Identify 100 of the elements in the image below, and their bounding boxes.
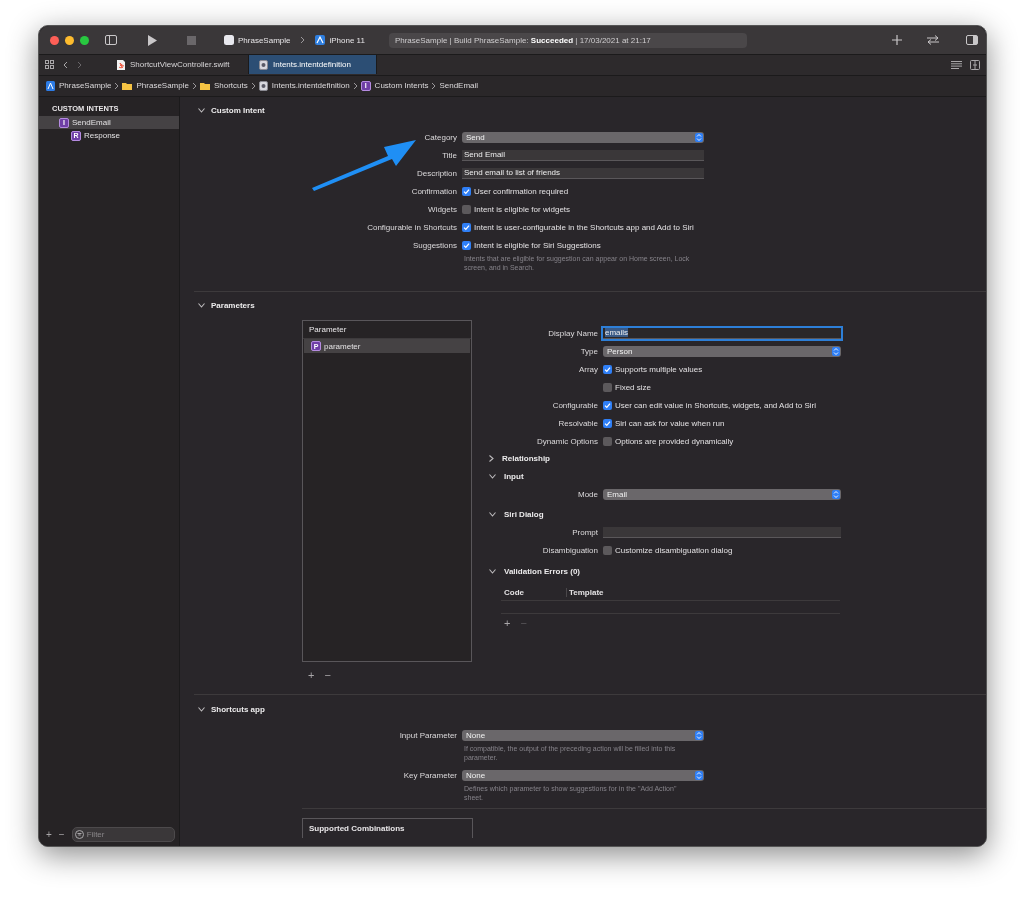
chevron-down-icon[interactable] xyxy=(198,107,205,113)
stepper-arrows-icon xyxy=(695,770,703,780)
chevron-down-icon[interactable] xyxy=(489,511,496,517)
checkbox-label: Options are provided dynamically xyxy=(615,436,734,446)
chevron-down-icon[interactable] xyxy=(198,302,205,308)
field-label: Prompt xyxy=(571,527,598,537)
checkbox-label: Fixed size xyxy=(615,382,651,392)
filter-field[interactable]: Filter xyxy=(71,826,175,842)
popup-button[interactable]: Person xyxy=(603,345,841,357)
checkbox-label: Supports multiple values xyxy=(615,364,703,374)
field-label: Array xyxy=(577,364,598,374)
chevron-right-icon[interactable] xyxy=(489,454,494,462)
checkbox[interactable] xyxy=(462,240,471,250)
text-field[interactable]: Send Email xyxy=(462,149,704,161)
device-icon xyxy=(315,35,326,45)
zoom-button[interactable] xyxy=(80,35,89,45)
breadcrumb-item[interactable]: PhraseSample xyxy=(122,81,189,90)
checkbox[interactable] xyxy=(603,400,612,410)
checkbox-label: Intent is eligible for Siri Suggestions xyxy=(474,240,601,250)
text-field[interactable]: Send email to list of friends xyxy=(462,167,704,179)
editor-tab[interactable]: Intents.intentdefinition xyxy=(249,55,377,74)
checkbox[interactable] xyxy=(603,545,612,555)
app-project-icon xyxy=(46,80,55,91)
section-title: Relationship xyxy=(502,453,550,463)
swap-arrows-icon[interactable] xyxy=(926,35,940,45)
sidebar-toggle-icon[interactable] xyxy=(105,35,117,45)
chevron-right-icon xyxy=(431,81,437,90)
add-button[interactable]: + xyxy=(504,618,511,628)
add-button[interactable]: + xyxy=(308,670,315,680)
section-title: Validation Errors (0) xyxy=(504,566,581,576)
checkbox-label: Siri can ask for value when run xyxy=(615,418,725,428)
split-editor-icon[interactable] xyxy=(970,59,980,70)
column-header: Code xyxy=(501,587,567,597)
scheme-selector[interactable]: PhraseSample xyxy=(224,35,291,45)
close-button[interactable] xyxy=(50,35,59,45)
popup-button[interactable]: Send xyxy=(462,131,704,143)
lines-icon[interactable] xyxy=(951,60,962,69)
field-label: Confirmation xyxy=(410,186,457,196)
field-label: Configurable in Shortcuts xyxy=(366,222,457,232)
breadcrumb-item[interactable]: Intents.intentdefinition xyxy=(258,80,350,91)
inspector-toggle-icon[interactable] xyxy=(966,35,978,45)
checkbox[interactable] xyxy=(603,436,612,446)
chevron-right-icon xyxy=(114,81,120,90)
chevron-down-icon[interactable] xyxy=(489,568,496,574)
popup-button[interactable]: None xyxy=(462,769,704,781)
text-field[interactable]: emails xyxy=(603,327,841,339)
stepper-arrows-icon xyxy=(832,346,840,356)
checkbox-label: Intent is user-configurable in the Shortcuts app and Add to Siri xyxy=(474,222,694,232)
section-title: Siri Dialog xyxy=(504,509,544,519)
activity-status: PhraseSample | Build PhraseSample: Succeeded | 17/03/2021 at 21:17 xyxy=(388,32,747,48)
field-label: Dynamic Options xyxy=(536,436,598,446)
play-icon[interactable] xyxy=(147,34,157,46)
chevron-down-icon[interactable] xyxy=(489,473,496,479)
text-field[interactable] xyxy=(603,526,841,538)
checkbox-label: Intent is eligible for widgets xyxy=(474,204,571,214)
field-label: Disambiguation xyxy=(541,545,598,555)
plus-icon[interactable] xyxy=(892,35,902,45)
back-icon[interactable] xyxy=(63,60,68,69)
breadcrumb-item[interactable]: Shortcuts xyxy=(199,81,248,90)
chevron-right-icon xyxy=(250,81,256,90)
filter-icon xyxy=(74,829,84,839)
breadcrumb-item[interactable]: PhraseSample xyxy=(46,80,112,91)
field-label: Key Parameter xyxy=(402,770,457,780)
section-title: Custom Intent xyxy=(211,105,265,115)
stepper-arrows-icon xyxy=(695,730,703,740)
forward-icon[interactable] xyxy=(77,60,82,69)
remove-button[interactable]: − xyxy=(324,670,331,680)
checkbox[interactable] xyxy=(462,222,471,232)
chevron-right-icon xyxy=(300,36,306,44)
checkbox-label: Customize disambiguation dialog xyxy=(615,545,733,555)
field-label: Display Name xyxy=(547,328,598,338)
checkbox[interactable] xyxy=(603,418,612,428)
field-label: Suggestions xyxy=(411,240,457,250)
chevron-down-icon[interactable] xyxy=(198,706,205,712)
document-icon xyxy=(259,59,268,70)
popup-button[interactable]: Email xyxy=(603,488,841,500)
combinations-panel: Supported Combinations xyxy=(302,818,473,838)
checkbox[interactable] xyxy=(603,382,612,392)
minimize-button[interactable] xyxy=(65,35,74,45)
field-label: Type xyxy=(579,346,598,356)
device-selector[interactable]: iPhone 11 xyxy=(315,35,365,45)
document-icon xyxy=(258,80,268,91)
swift-file-icon xyxy=(117,59,125,70)
popup-button[interactable]: None xyxy=(462,729,704,741)
field-label: Mode xyxy=(577,489,598,499)
chevron-right-icon xyxy=(352,81,358,90)
app-icon xyxy=(224,35,234,45)
section-title: Shortcuts app xyxy=(211,704,265,714)
checkbox[interactable] xyxy=(462,204,471,214)
checkbox[interactable] xyxy=(603,364,612,374)
grid-icon[interactable] xyxy=(45,60,54,69)
chevron-right-icon xyxy=(191,81,197,90)
field-label: Category xyxy=(423,132,457,142)
section-title: Input xyxy=(504,471,524,481)
add-button[interactable]: + xyxy=(46,828,52,840)
stepper-arrows-icon xyxy=(832,489,840,499)
folder-icon xyxy=(122,81,133,90)
remove-button[interactable]: − xyxy=(58,828,65,840)
breadcrumb-item[interactable]: SendEmail xyxy=(439,81,479,90)
checkbox[interactable] xyxy=(462,186,471,196)
